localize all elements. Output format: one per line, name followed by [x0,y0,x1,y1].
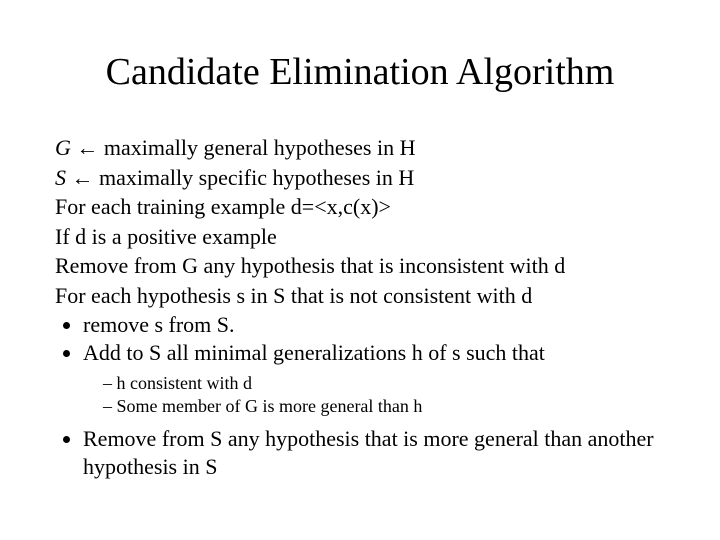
line-remove-g: Remove from G any hypothesis that is inc… [55,252,665,280]
var-s: S [55,165,66,190]
line-s-text: ← maximally specific hypotheses in H [66,165,414,190]
line-g-text: ← maximally general hypotheses in H [71,135,416,160]
slide-title: Candidate Elimination Algorithm [55,50,665,94]
line-foreach-d: For each training example d=<x,c(x)> [55,193,665,221]
bullet-add-generalizations: Add to S all minimal generalizations h o… [83,339,665,367]
line-g-init: G ← maximally general hypotheses in H [55,134,665,162]
var-g: G [55,135,71,160]
line-if-positive: If d is a positive example [55,223,665,251]
sub-g-more-general: Some member of G is more general than h [103,395,665,418]
bullet-remove-general-s: Remove from S any hypothesis that is mor… [83,425,665,480]
line-foreach-s: For each hypothesis s in S that is not c… [55,282,665,310]
slide: Candidate Elimination Algorithm G ← maxi… [0,0,720,540]
bullet-remove-s: remove s from S. [83,311,665,339]
bullet-list-1: remove s from S. Add to S all minimal ge… [55,311,665,366]
sub-h-consistent: h consistent with d [103,372,665,395]
bullet-list-2: Remove from S any hypothesis that is mor… [55,425,665,480]
line-s-init: S ← maximally specific hypotheses in H [55,164,665,192]
slide-body: G ← maximally general hypotheses in H S … [55,134,665,480]
sub-bullet-list: h consistent with d Some member of G is … [55,372,665,417]
